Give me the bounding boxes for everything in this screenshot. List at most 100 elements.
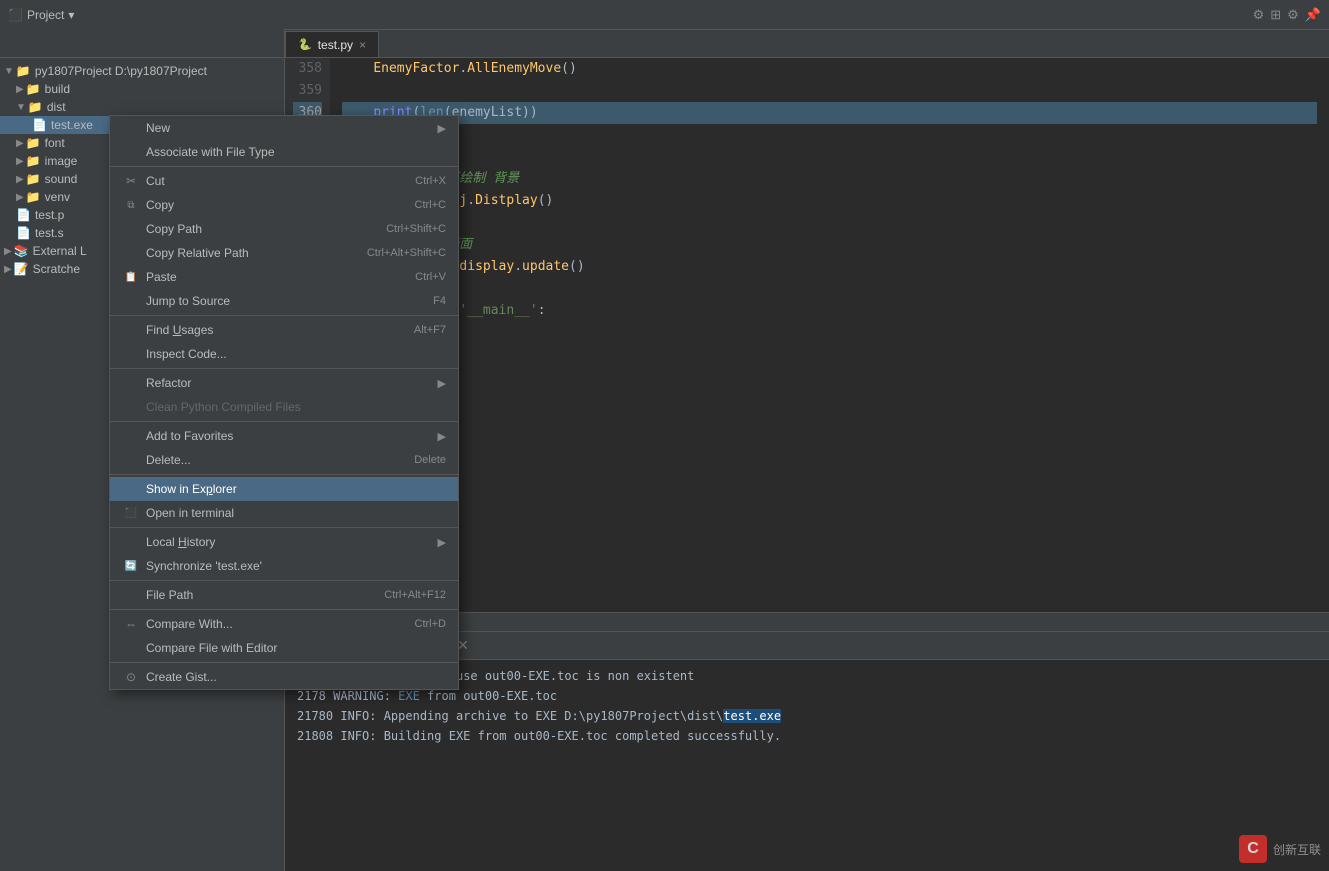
folder-icon-image: 📁 [26,154,41,168]
toolbar-layout-icon[interactable]: ⊞ [1270,7,1281,23]
ctx-label-paste: Paste [146,270,415,284]
tree-label-external: External L [33,244,87,258]
ctx-sep-9 [110,662,458,663]
ctx-terminal-icon: ⬛ [122,508,140,519]
ctx-label-delete: Delete... [146,453,414,467]
tree-label-font: font [45,136,65,150]
terminal-line-4: 21808 INFO: Building EXE from out00-EXE.… [297,726,1317,746]
ctx-sep-3 [110,368,458,369]
ctx-copy-icon: ⧉ [122,200,140,211]
watermark-logo: C [1239,835,1267,863]
ctx-sep-4 [110,421,458,422]
ctx-item-copy-rel-path[interactable]: Copy Relative Path Ctrl+Alt+Shift+C [110,241,458,265]
project-name: py1807Project D:\py1807Project [35,64,207,78]
tree-label-venv: venv [45,190,70,204]
ctx-label-copy-rel-path: Copy Relative Path [146,246,367,260]
ctx-item-compare-editor[interactable]: Compare File with Editor [110,636,458,660]
ctx-sep-2 [110,315,458,316]
ctx-label-create-gist: Create Gist... [146,670,446,684]
ctx-item-associate[interactable]: Associate with File Type [110,140,458,164]
code-line-main-if: if __name__ == '__main__': [342,300,1317,322]
ctx-shortcut-paste: Ctrl+V [415,271,446,283]
ctx-label-associate: Associate with File Type [146,145,446,159]
tree-label-test-exe: test.exe [51,118,93,132]
tab-close-icon[interactable]: × [359,38,366,52]
tree-label-dist: dist [47,100,66,114]
tree-label-build: build [45,82,70,96]
file-icon-test-p: 📄 [16,208,31,222]
ctx-item-file-path[interactable]: File Path Ctrl+Alt+F12 [110,583,458,607]
ctx-item-create-gist[interactable]: ⊙ Create Gist... [110,665,458,689]
ctx-item-inspect[interactable]: Inspect Code... [110,342,458,366]
tab-test-py[interactable]: 🐍 test.py × [285,31,379,57]
tree-label-test-s: test.s [35,226,64,240]
ctx-item-delete[interactable]: Delete... Delete [110,448,458,472]
toolbar-settings-icon[interactable]: ⚙ [1253,7,1265,23]
scratch-icon: 📝 [14,262,29,276]
ctx-item-compare-with[interactable]: ⇔ Compare With... Ctrl+D [110,612,458,636]
ctx-shortcut-filepath: Ctrl+Alt+F12 [384,589,446,601]
ctx-label-show-explorer: Show in Explorer [146,482,446,496]
ctx-label-copy-path: Copy Path [146,222,386,236]
folder-icon-font: 📁 [26,136,41,150]
tree-arrow: ▼ [4,66,14,77]
ctx-compare-icon: ⇔ [122,617,140,631]
tab-label: test.py [318,38,353,52]
tree-label-test-p: test.p [35,208,64,222]
tab-bar: 🐍 test.py × [0,30,1329,58]
ctx-label-inspect: Inspect Code... [146,347,446,361]
ctx-item-favorites[interactable]: Add to Favorites ▶ [110,424,458,448]
ctx-item-local-history[interactable]: Local History ▶ [110,530,458,554]
tree-item-build[interactable]: ▶ 📁 build [0,80,284,98]
ctx-item-show-explorer[interactable]: Show in Explorer [110,477,458,501]
ctx-sep-8 [110,609,458,610]
tree-item-project-root[interactable]: ▼ 📁 py1807Project D:\py1807Project [0,62,284,80]
file-icon-test-s: 📄 [16,226,31,240]
ctx-item-cut[interactable]: ✂ Cut Ctrl+X [110,169,458,193]
toolbar-gear-icon[interactable]: ⚙ [1287,7,1299,23]
ctx-arrow-history: ▶ [438,536,446,549]
code-line-360: print(len(enemyList)) [342,102,1317,124]
ctx-arrow-new: ▶ [438,122,446,135]
ctx-item-clean: Clean Python Compiled Files [110,395,458,419]
ctx-item-paste[interactable]: 📋 Paste Ctrl+V [110,265,458,289]
ctx-shortcut-copy-rel: Ctrl+Alt+Shift+C [367,247,446,259]
ide-header-title: ⬛ Project ▾ [8,8,74,22]
ctx-item-open-terminal[interactable]: ⬛ Open in terminal [110,501,458,525]
code-content: EnemyFactor.AllEnemyMove() print(len(ene… [330,58,1329,612]
ctx-cut-icon: ✂ [122,174,140,188]
ctx-shortcut-find: Alt+F7 [414,324,446,336]
code-line-358: EnemyFactor.AllEnemyMove() [342,58,1317,80]
code-line-pygame: pygame.display.update() [342,256,1317,278]
ctx-label-compare-with: Compare With... [146,617,415,631]
code-line-else: else: [342,146,1317,168]
ctx-item-new[interactable]: New ▶ [110,116,458,140]
ctx-item-synchronize[interactable]: 🔄 Synchronize 'test.exe' [110,554,458,578]
folder-icon-build: 📁 [26,82,41,96]
context-menu: New ▶ Associate with File Type ✂ Cut Ctr… [109,115,459,690]
tree-label-scratch: Scratche [33,262,80,276]
toolbar-pin-icon[interactable]: 📌 [1305,7,1321,23]
ctx-item-copy[interactable]: ⧉ Copy Ctrl+C [110,193,458,217]
ctx-arrow-refactor: ▶ [438,377,446,390]
code-line-comment2: # 更新画面 [342,234,1317,256]
ctx-gist-icon: ⊙ [122,670,140,684]
ctx-item-refactor[interactable]: Refactor ▶ [110,371,458,395]
ctx-sync-icon: 🔄 [122,561,140,572]
folder-icon-dist: 📁 [28,100,43,114]
ctx-label-refactor: Refactor [146,376,430,390]
ctx-shortcut-copy-path: Ctrl+Shift+C [386,223,446,235]
ctx-item-find-usages[interactable]: Find Usages Alt+F7 [110,318,458,342]
ctx-shortcut-copy: Ctrl+C [415,199,446,211]
ctx-item-copy-path[interactable]: Copy Path Ctrl+Shift+C [110,217,458,241]
watermark: C 创新互联 [1239,835,1321,863]
ctx-shortcut-compare: Ctrl+D [415,618,446,630]
ctx-label-local-history: Local History [146,535,430,549]
external-icon: 📚 [14,244,29,258]
tree-label-image: image [45,154,78,168]
ctx-item-jump-source[interactable]: Jump to Source F4 [110,289,458,313]
dropdown-icon[interactable]: ▾ [68,8,74,22]
tree-item-dist[interactable]: ▼ 📁 dist [0,98,284,116]
watermark-text: 创新互联 [1273,841,1321,858]
folder-icon-sound: 📁 [26,172,41,186]
